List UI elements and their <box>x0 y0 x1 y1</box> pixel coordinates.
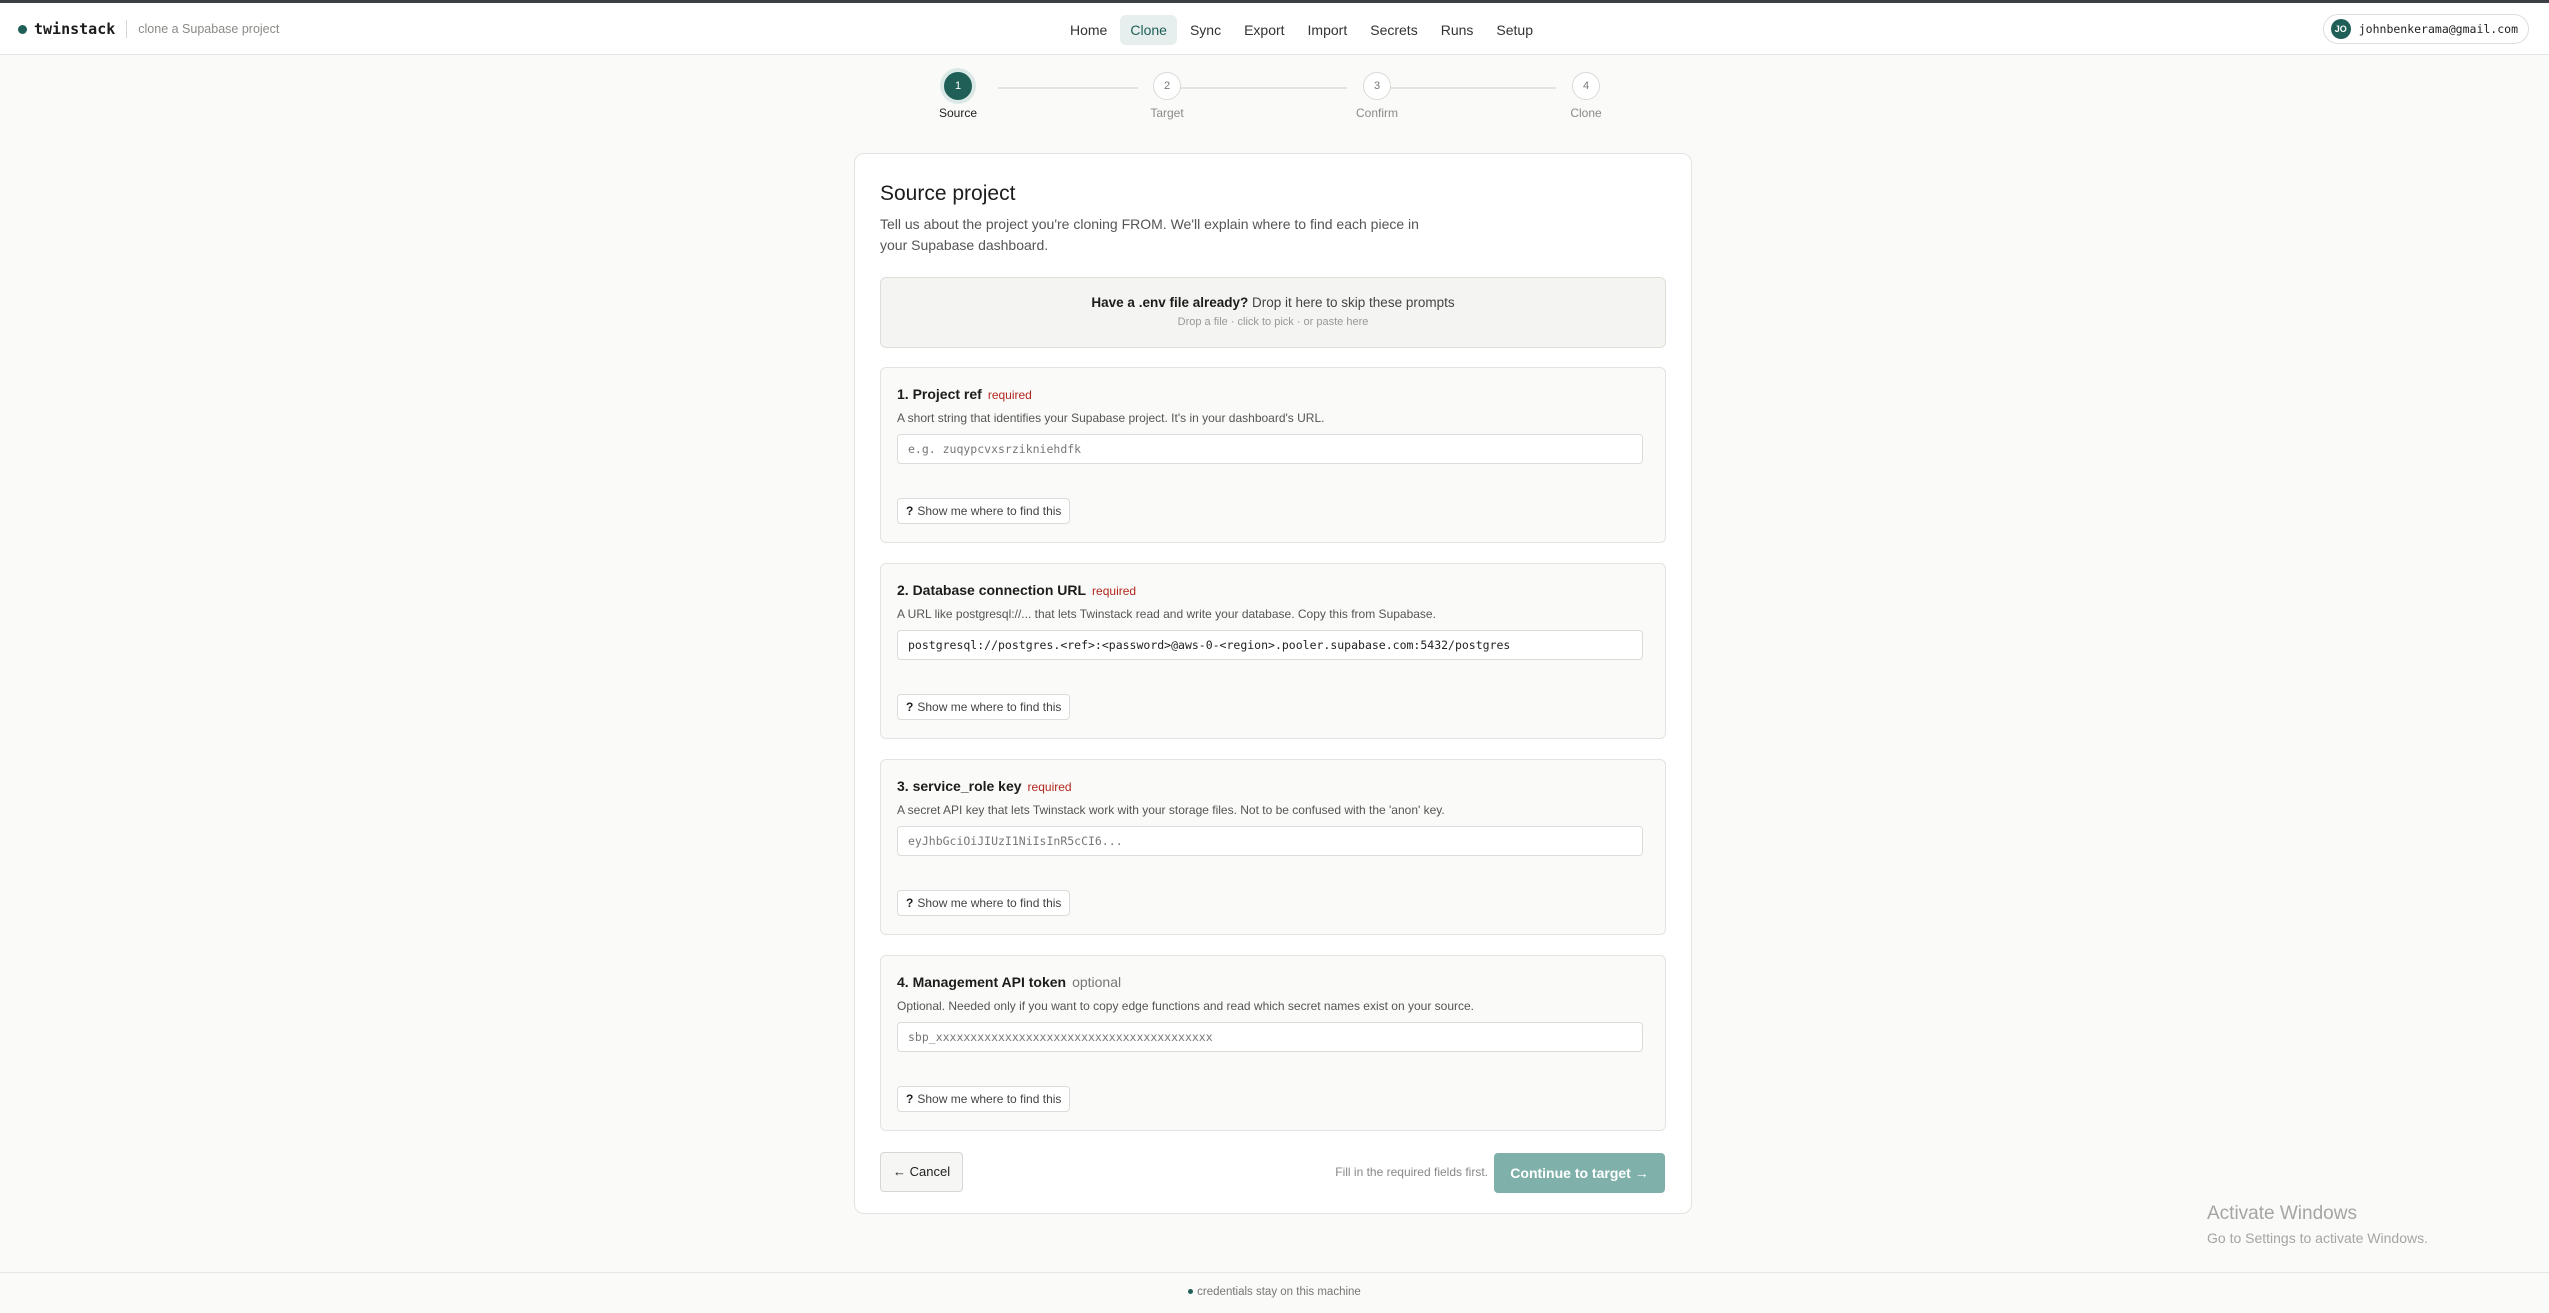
step-label: Source <box>938 106 978 120</box>
field-title: 1. Project ref required <box>897 386 1032 402</box>
show-me-button[interactable]: ? Show me where to find this <box>897 498 1071 524</box>
database-url-input[interactable] <box>897 630 1643 660</box>
show-me-label: Show me where to find this <box>917 1092 1062 1106</box>
required-fields-hint: Fill in the required fields first. <box>1335 1165 1488 1179</box>
footer-label: credentials stay on this machine <box>1197 1286 1361 1298</box>
required-tag: required <box>987 388 1032 402</box>
question-icon: ? <box>906 1092 914 1106</box>
question-icon: ? <box>906 896 914 910</box>
brand-dot-icon <box>18 24 27 34</box>
page-footer: credentials stay on this machine <box>0 1272 2549 1313</box>
step-source: 1 Source <box>918 72 998 120</box>
field-service-role-key: 3. service_role key required A secret API… <box>880 759 1666 935</box>
top-nav-bar: twinstack clone a Supabase project Home … <box>0 3 2549 55</box>
management-token-input[interactable] <box>897 1022 1643 1052</box>
field-help-text: Optional. Needed only if you want to cop… <box>897 999 1474 1013</box>
field-title: 2. Database connection URL required <box>897 582 1136 598</box>
brand-divider <box>126 20 128 38</box>
step-clone: 4 Clone <box>1546 72 1626 120</box>
brand[interactable]: twinstack clone a Supabase project <box>18 18 279 40</box>
nav-sync[interactable]: Sync <box>1180 15 1231 45</box>
nav-secrets[interactable]: Secrets <box>1360 15 1427 45</box>
cancel-button[interactable]: ← Cancel <box>880 1152 964 1192</box>
dropzone-title-strong: Have a .env file already? <box>1091 295 1249 310</box>
show-me-button[interactable]: ? Show me where to find this <box>897 890 1071 916</box>
question-icon: ? <box>906 700 914 714</box>
field-help-text: A secret API key that lets Twinstack wor… <box>897 803 1445 817</box>
avatar: JO <box>2330 19 2351 39</box>
show-me-label: Show me where to find this <box>917 504 1062 518</box>
show-me-button[interactable]: ? Show me where to find this <box>897 694 1071 720</box>
field-title: 4. Management API token optional <box>897 974 1121 990</box>
source-project-card: Source project Tell us about the project… <box>854 153 1692 1214</box>
nav-home[interactable]: Home <box>1060 15 1117 45</box>
dropzone-subtitle: Drop a file · click to pick · or paste h… <box>1177 316 1369 328</box>
step-confirm: 3 Confirm <box>1337 72 1417 120</box>
step-number: 3 <box>1363 72 1391 100</box>
page-title: Source project <box>880 182 1016 205</box>
field-title-text: 1. Project ref <box>897 386 982 402</box>
project-ref-input[interactable] <box>897 434 1643 464</box>
watermark-subtitle: Go to Settings to activate Windows. <box>2207 1230 2428 1246</box>
nav-export[interactable]: Export <box>1234 15 1294 45</box>
service-role-key-input[interactable] <box>897 826 1643 856</box>
field-title-text: 4. Management API token <box>897 974 1067 990</box>
field-help-text: A short string that identifies your Supa… <box>897 411 1325 425</box>
continue-button[interactable]: Continue to target → <box>1494 1153 1665 1193</box>
step-label: Target <box>1150 106 1184 120</box>
nav-setup[interactable]: Setup <box>1486 15 1543 45</box>
brand-tagline: clone a Supabase project <box>138 22 280 36</box>
watermark-title: Activate Windows <box>2207 1203 2357 1224</box>
dropzone-title-rest: Drop it here to skip these prompts <box>1248 295 1455 310</box>
field-help-text: A URL like postgresql://... that lets Tw… <box>897 607 1436 621</box>
required-tag: required <box>1092 584 1137 598</box>
field-database-url: 2. Database connection URL required A URL… <box>880 563 1666 739</box>
required-tag: required <box>1027 780 1072 794</box>
step-label: Clone <box>1570 106 1602 120</box>
step-connector <box>998 87 1138 89</box>
status-dot-icon <box>1188 1289 1194 1295</box>
main-nav: Home Clone Sync Export Import Secrets Ru… <box>1060 15 1546 45</box>
step-target: 2 Target <box>1127 72 1207 120</box>
nav-import[interactable]: Import <box>1298 15 1358 45</box>
show-me-label: Show me where to find this <box>917 896 1062 910</box>
field-title-text: 3. service_role key <box>897 778 1022 794</box>
field-management-token: 4. Management API token optional Optional… <box>880 955 1666 1131</box>
show-me-label: Show me where to find this <box>917 700 1062 714</box>
user-email: johnbenkerama@gmail.com <box>2358 22 2518 36</box>
step-number: 4 <box>1572 72 1600 100</box>
user-menu-button[interactable]: JO johnbenkerama@gmail.com <box>2322 14 2529 44</box>
show-me-button[interactable]: ? Show me where to find this <box>897 1086 1071 1112</box>
footer-text: credentials stay on this machine <box>0 1286 2549 1298</box>
field-project-ref: 1. Project ref required A short string th… <box>880 367 1666 543</box>
nav-runs[interactable]: Runs <box>1431 15 1484 45</box>
step-label: Confirm <box>1355 106 1398 120</box>
dropzone-title: Have a .env file already? Drop it here t… <box>881 295 1665 310</box>
step-number: 1 <box>944 72 972 100</box>
field-title-text: 2. Database connection URL <box>897 582 1087 598</box>
page-description: Tell us about the project you're cloning… <box>880 216 1419 253</box>
question-icon: ? <box>906 504 914 518</box>
field-title: 3. service_role key required <box>897 778 1072 794</box>
env-file-dropzone[interactable]: Have a .env file already? Drop it here t… <box>880 277 1666 348</box>
nav-clone[interactable]: Clone <box>1120 15 1177 45</box>
activate-windows-watermark: Activate Windows Go to Settings to activ… <box>2207 1203 2428 1246</box>
progress-stepper: 1 Source 2 Target 3 Confirm 4 Clone <box>939 72 1602 132</box>
brand-name: twinstack <box>34 20 116 38</box>
step-number: 2 <box>1153 72 1181 100</box>
optional-tag: optional <box>1072 974 1122 990</box>
